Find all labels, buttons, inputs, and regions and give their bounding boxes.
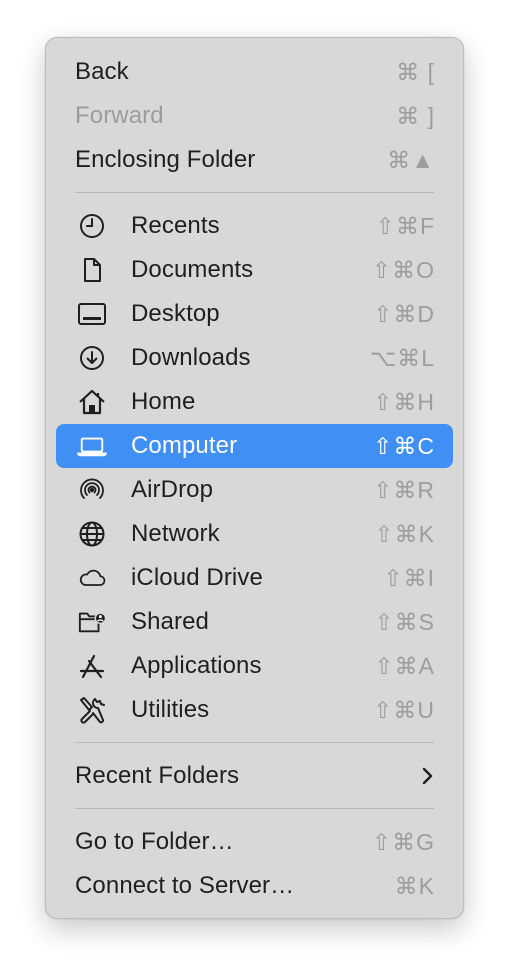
- shortcut-label: ⇧⌘K: [374, 520, 435, 547]
- menu-item-applications[interactable]: Applications ⇧⌘A: [56, 644, 453, 688]
- menu-item-icloud-drive[interactable]: iCloud Drive ⇧⌘I: [56, 556, 453, 600]
- menu-item-label: Computer: [131, 432, 238, 459]
- shortcut-label: ⇧⌘A: [374, 652, 435, 679]
- globe-icon: [77, 520, 107, 548]
- home-icon: [77, 388, 107, 416]
- menu-item-back[interactable]: Back ⌘ [: [56, 50, 453, 94]
- shortcut-label: ⇧⌘F: [375, 212, 435, 239]
- menu-item-label: Back: [75, 58, 129, 85]
- menu-item-label: iCloud Drive: [131, 564, 263, 591]
- shortcut-label: ⇧⌘D: [373, 300, 435, 327]
- menu-item-network[interactable]: Network ⇧⌘K: [56, 512, 453, 556]
- menu-separator: [75, 742, 434, 743]
- menu-item-label: Utilities: [131, 696, 210, 723]
- menu-item-airdrop[interactable]: AirDrop ⇧⌘R: [56, 468, 453, 512]
- shortcut-label: ⇧⌘I: [383, 564, 435, 591]
- menu-item-label: Shared: [131, 608, 209, 635]
- menu-item-documents[interactable]: Documents ⇧⌘O: [56, 248, 453, 292]
- menu-item-label: Forward: [75, 102, 164, 129]
- shortcut-label: ⇧⌘C: [373, 432, 435, 459]
- shortcut-label: ⌘ ]: [396, 102, 435, 129]
- menu-item-label: AirDrop: [131, 476, 214, 503]
- menu-item-label: Desktop: [131, 300, 220, 327]
- menu-item-downloads[interactable]: Downloads ⌥⌘L: [56, 336, 453, 380]
- menu-item-go-to-folder[interactable]: Go to Folder… ⇧⌘G: [56, 820, 453, 864]
- document-icon: [77, 256, 107, 284]
- shortcut-label: ⇧⌘S: [374, 608, 435, 635]
- chevron-right-icon: [421, 765, 435, 787]
- shortcut-label: ⇧⌘U: [373, 696, 435, 723]
- menu-separator: [75, 808, 434, 809]
- menu-item-label: Recents: [131, 212, 220, 239]
- menu-separator: [75, 192, 434, 193]
- shared-folder-icon: [77, 608, 107, 636]
- shortcut-label: ⌘ [: [396, 58, 435, 85]
- clock-icon: [77, 212, 107, 240]
- menu-item-label: Downloads: [131, 344, 251, 371]
- menu-item-enclosing-folder[interactable]: Enclosing Folder ⌘▲: [56, 138, 453, 182]
- menu-item-forward: Forward ⌘ ]: [56, 94, 453, 138]
- menu-item-label: Applications: [131, 652, 262, 679]
- menu-item-recents[interactable]: Recents ⇧⌘F: [56, 204, 453, 248]
- menu-item-shared[interactable]: Shared ⇧⌘S: [56, 600, 453, 644]
- menu-item-label: Go to Folder…: [75, 828, 234, 855]
- menu-item-recent-folders[interactable]: Recent Folders: [56, 754, 453, 798]
- menu-item-home[interactable]: Home ⇧⌘H: [56, 380, 453, 424]
- shortcut-label: ⇧⌘R: [373, 476, 435, 503]
- shortcut-label: ⇧⌘G: [371, 828, 435, 855]
- menu-item-computer[interactable]: Computer ⇧⌘C: [56, 424, 453, 468]
- airdrop-icon: [77, 476, 107, 504]
- menu-item-label: Recent Folders: [75, 762, 240, 789]
- menu-item-connect-to-server[interactable]: Connect to Server… ⌘K: [56, 864, 453, 908]
- menu-item-label: Home: [131, 388, 196, 415]
- shortcut-label: ⇧⌘H: [373, 388, 435, 415]
- desktop-icon: [77, 300, 107, 328]
- tools-icon: [77, 696, 107, 724]
- shortcut-label: ⌘▲: [387, 146, 435, 173]
- shortcut-label: ⌘K: [394, 872, 435, 899]
- menu-item-label: Enclosing Folder: [75, 146, 256, 173]
- laptop-icon: [77, 432, 107, 460]
- shortcut-label: ⇧⌘O: [371, 256, 435, 283]
- cloud-icon: [77, 564, 107, 592]
- shortcut-label: ⌥⌘L: [369, 344, 435, 371]
- menu-item-label: Documents: [131, 256, 254, 283]
- go-menu: Back ⌘ [ Forward ⌘ ] Enclosing Folder ⌘▲…: [45, 37, 464, 919]
- menu-item-utilities[interactable]: Utilities ⇧⌘U: [56, 688, 453, 732]
- menu-item-desktop[interactable]: Desktop ⇧⌘D: [56, 292, 453, 336]
- applications-icon: [77, 652, 107, 680]
- menu-item-label: Network: [131, 520, 220, 547]
- menu-item-label: Connect to Server…: [75, 872, 295, 899]
- download-icon: [77, 344, 107, 372]
